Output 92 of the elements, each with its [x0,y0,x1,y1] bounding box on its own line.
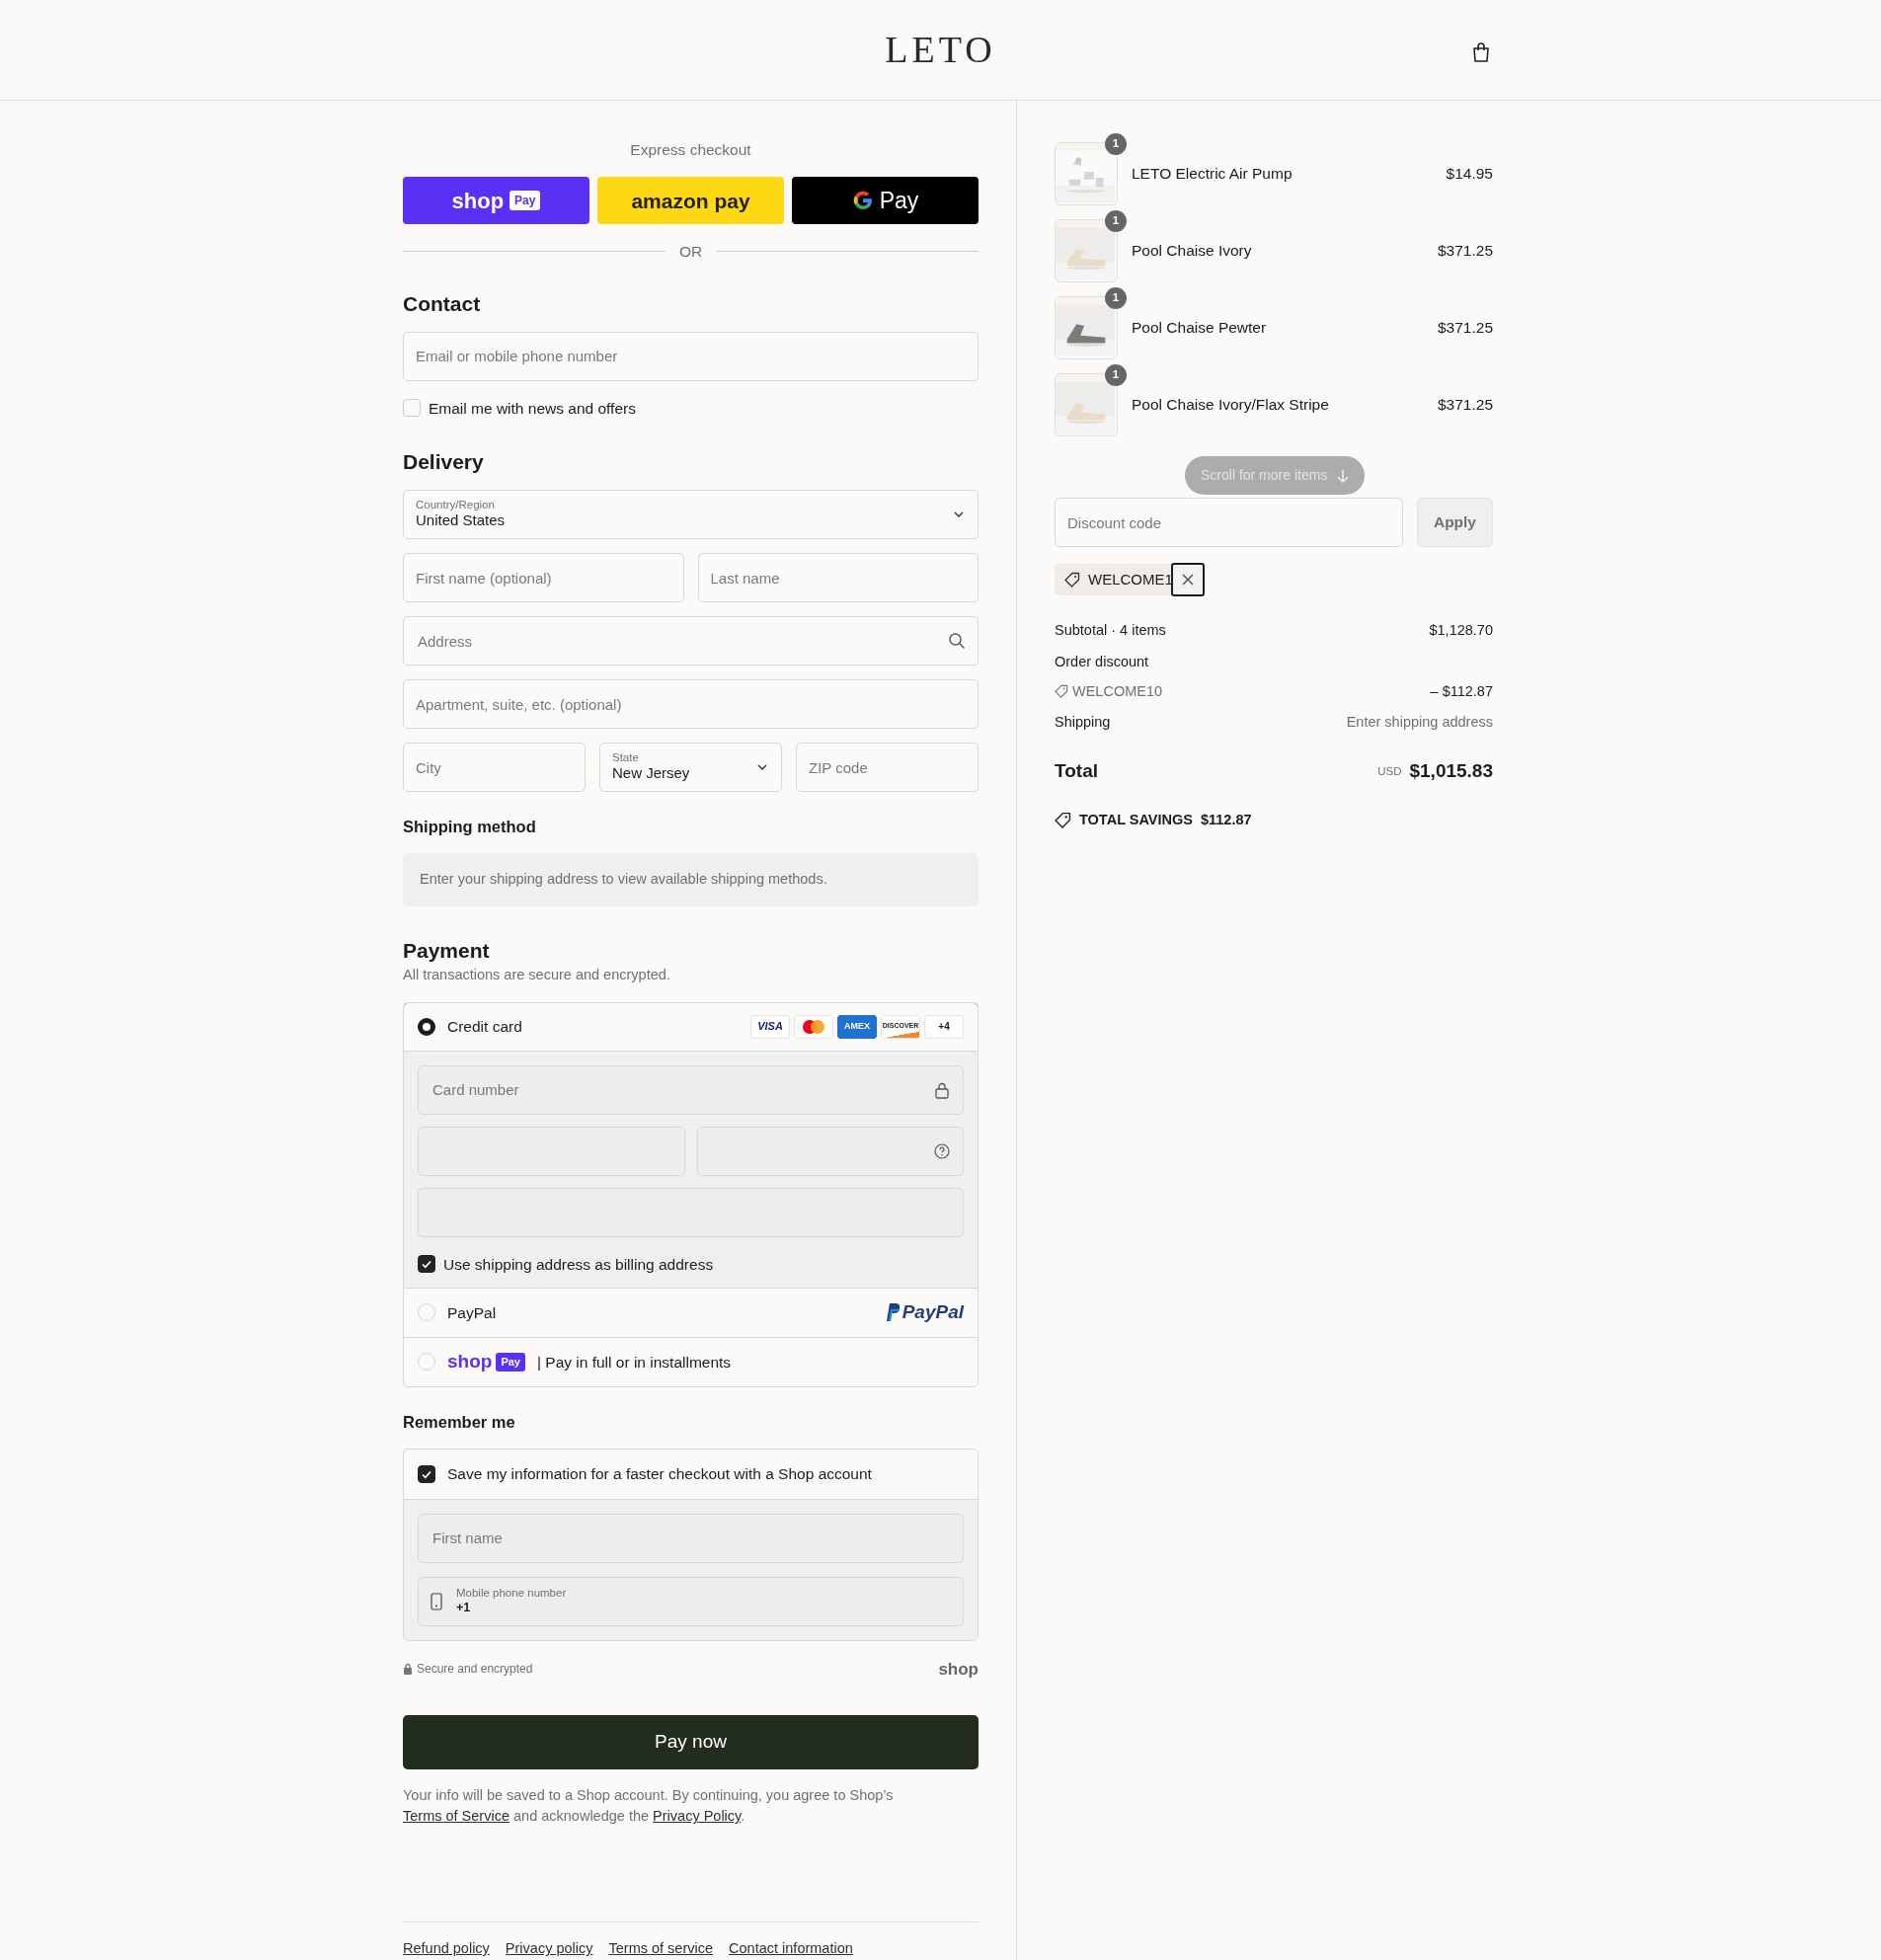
divider-label: OR [678,242,703,263]
summary-value: Enter shipping address [1346,713,1493,733]
product-price: $371.25 [1437,241,1493,262]
option-label: Credit card [447,1017,523,1037]
pay-now-button[interactable]: Pay now [403,1715,979,1770]
summary-label: Shipping [1055,713,1111,733]
section-subtitle: All transactions are secure and encrypted. [403,966,670,982]
help-icon [933,1141,951,1160]
phone-icon [431,1592,442,1610]
total-label: Total [1055,759,1098,783]
payment-option[interactable]: PayPal PayPal [404,1287,978,1337]
product-name: Pool Chaise Ivory/Flax Stripe [1132,395,1330,416]
checkbox[interactable] [418,1464,435,1483]
card-logo: VISA [750,1014,790,1039]
checkbox-label: Use shipping address as billing address [443,1254,714,1275]
summary-label: Subtotal · 4 items [1055,621,1166,640]
summary-value: $1,128.70 [1429,621,1493,640]
option-label: PayPal [447,1302,498,1323]
input-field[interactable] [418,1187,964,1237]
secure-note: Secure and encrypted [417,1661,533,1679]
close-icon [1181,574,1194,586]
quantity-badge: 1 [1105,364,1127,386]
input-field[interactable]: Apartment, suite, etc. (optional) [403,679,979,730]
discount-tag: WELCOME1 [1055,564,1173,595]
g-logo-icon [851,190,874,212]
arrow-down-icon [1337,468,1350,483]
product-name: Pool Chaise Pewter [1132,318,1268,339]
email-field[interactable]: Email or mobile phone number [403,331,979,381]
section-heading: Contact [403,290,482,316]
product-price: $371.25 [1437,318,1493,339]
discount-code-field[interactable]: Discount code [1055,498,1403,547]
product-name: LETO Electric Air Pump [1132,164,1293,185]
apply-button[interactable]: Apply [1416,498,1493,547]
check-icon [421,1258,432,1271]
section-heading: Delivery [403,448,485,475]
country-select[interactable]: Country/Region United States [403,490,979,540]
input-field[interactable] [418,1126,685,1176]
info-notice: Enter your shipping address to view available shipping methods. [403,852,979,906]
state-select[interactable]: State New Jersey [599,743,782,793]
quantity-badge: 1 [1105,287,1127,309]
checkbox-label: Save my information for a faster checkout with a Shop account [447,1464,872,1485]
payment-option[interactable]: shop Pay | Pay in full or in installments [404,1336,978,1386]
footer-link[interactable]: Privacy policy [505,1938,593,1960]
amazon-pay-button[interactable]: amazon pay [597,177,784,225]
quantity-badge: 1 [1105,210,1127,232]
checkbox-label: Email me with news and offers [429,398,636,419]
quantity-badge: 1 [1105,133,1127,155]
lock-icon [403,1663,413,1676]
product-price: $371.25 [1437,395,1493,416]
google-pay-button[interactable]: Pay [792,177,979,225]
savings-label: TOTAL SAVINGS [1079,810,1193,829]
section-heading: Remember me [403,1412,516,1433]
tag-icon [1055,684,1068,699]
section-heading: Shipping method [403,818,537,837]
shop-pay-button[interactable]: shop Pay [403,177,589,225]
savings-value: $112.87 [1200,810,1252,829]
section-heading: Payment [403,937,491,963]
summary-label: Order discount [1055,652,1150,671]
input-field[interactable] [696,1126,964,1176]
shop-pay-logo: shop Pay [447,1348,525,1376]
footer-link[interactable]: Contact information [729,1938,853,1960]
summary-value: – $112.87 [1430,681,1493,701]
tag-icon [1055,811,1071,828]
input-field[interactable]: City [403,743,586,793]
input-field[interactable]: ZIP code [796,743,979,793]
input-field[interactable]: First name (optional) [403,553,684,603]
total-value: $1,015.83 [1409,759,1493,783]
phone-field[interactable]: Mobile phone number +1 [418,1576,964,1626]
currency-code: USD [1377,763,1402,779]
paypal-logo: PayPal [883,1298,964,1327]
remove-button[interactable] [1170,563,1205,596]
card-logo: AMEX [837,1014,877,1039]
tag-icon [1064,572,1080,588]
discount-code: WELCOME10 [1072,681,1163,701]
policy-link[interactable]: Terms of Service [403,1808,509,1825]
shopping-bag-icon [1471,40,1491,63]
product-name: Pool Chaise Ivory [1132,241,1253,262]
input-field[interactable]: Last name [697,553,979,603]
footer-link[interactable]: Refund policy [403,1938,490,1960]
footer-link[interactable]: Terms of service [608,1938,714,1960]
store-logo: LETO [885,28,996,72]
search-icon [948,632,966,651]
section-label: Express checkout [630,141,751,158]
legal-text: Your info will be saved to a Shop account. By continuing, you agree to Shop’s Terms of Service and acknowledge the Privacy Policy. [403,1786,895,1827]
option-label: | Pay in full or in installments [536,1352,733,1372]
card-logo [794,1014,833,1039]
checkbox[interactable] [418,1255,435,1274]
lock-icon [933,1080,951,1099]
more-cards-label: +4 [924,1014,964,1039]
product-price: $14.95 [1446,164,1493,185]
radio-button[interactable] [418,1017,435,1036]
shop-logo: shop [938,1658,979,1681]
